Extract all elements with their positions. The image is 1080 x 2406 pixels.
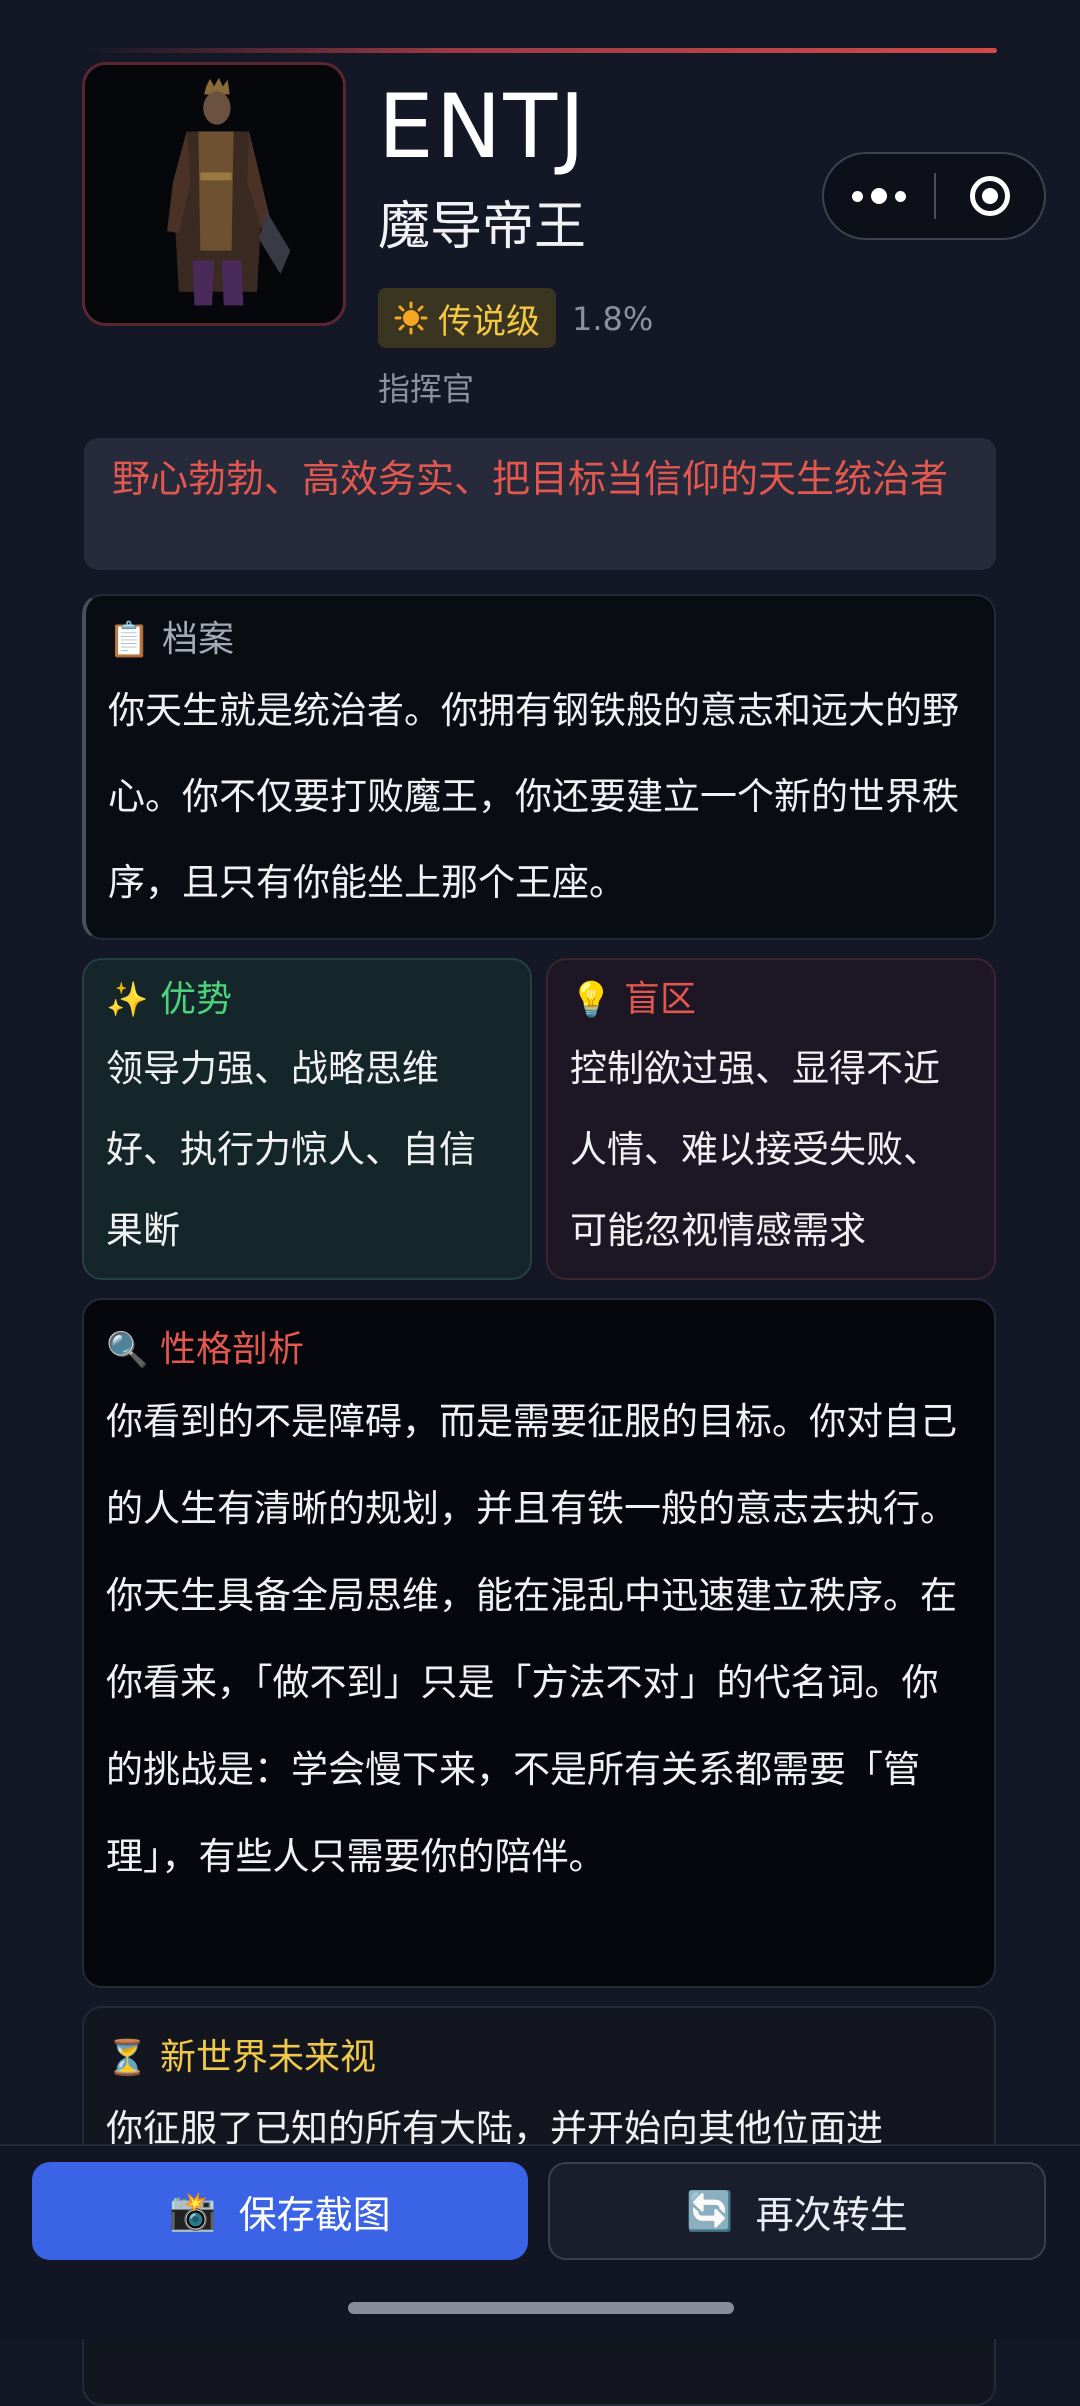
more-menu-button[interactable] <box>824 154 934 238</box>
blindspots-text: 控制欲过强、显得不近人情、难以接受失败、可能忽视情感需求 <box>570 1047 940 1252</box>
home-indicator[interactable] <box>348 2302 734 2314</box>
camera-icon: 📸 <box>169 2188 217 2233</box>
header-accent-line <box>82 48 997 53</box>
magnifier-icon: 🔍 <box>106 1330 149 1370</box>
clipboard-icon: 📋 <box>108 620 151 660</box>
strengths-card-header: ✨ 优势 <box>106 972 508 1028</box>
miniprogram-capsule <box>822 152 1046 240</box>
more-dots-icon <box>852 190 863 202</box>
analysis-text: 你看到的不是障碍，而是需要征服的目标。你对自己的人生有清晰的规划，并且有铁一般的… <box>106 1400 957 1878</box>
blindspots-heading: 盲区 <box>624 979 697 1020</box>
mbti-type: ENTJ <box>378 75 588 178</box>
future-heading: 新世界未来视 <box>160 2037 377 2078</box>
blindspots-card-header: 💡 盲区 <box>570 972 972 1028</box>
hourglass-icon: ⏳ <box>106 2038 149 2078</box>
reincarnate-again-button[interactable]: 🔄 再次转生 <box>548 2162 1046 2260</box>
strengths-card: ✨ 优势 领导力强、战略思维好、执行力惊人、自信果断 <box>82 958 532 1280</box>
character-title: 魔导帝王 <box>378 197 587 257</box>
profile-card-header: 📋 档案 <box>108 612 972 668</box>
sparkles-icon: ✨ <box>106 980 149 1020</box>
strengths-text: 领导力强、战略思维好、执行力惊人、自信果断 <box>106 1047 476 1252</box>
analysis-card-header: 🔍 性格剖析 <box>106 1322 972 1378</box>
profile-card: 📋 档案 你天生就是统治者。你拥有钢铁般的意志和远大的野心。你不仅要打败魔王，你… <box>82 594 996 940</box>
target-close-icon-dot <box>982 188 998 204</box>
rarity-percent: 1.8% <box>572 300 654 338</box>
reincarnate-again-label: 再次转生 <box>755 2192 908 2237</box>
future-card-header: ⏳ 新世界未来视 <box>106 2030 972 2086</box>
character-role: 指挥官 <box>378 370 475 408</box>
sun-icon <box>394 301 428 335</box>
target-close-icon <box>970 176 1010 216</box>
save-screenshot-label: 保存截图 <box>238 2192 391 2237</box>
blindspots-card: 💡 盲区 控制欲过强、显得不近人情、难以接受失败、可能忽视情感需求 <box>546 958 996 1280</box>
profile-text: 你天生就是统治者。你拥有钢铁般的意志和远大的野心。你不仅要打败魔王，你还要建立一… <box>108 689 959 904</box>
tagline-banner: 野心勃勃、高效务实、把目标当信仰的天生统治者 <box>84 438 996 570</box>
more-dots-icon-right <box>895 190 906 202</box>
lightbulb-icon: 💡 <box>570 980 613 1020</box>
emperor-figure-image <box>85 65 343 323</box>
close-miniprogram-button[interactable] <box>936 154 1044 238</box>
rarity-label: 传说级 <box>438 301 540 342</box>
analysis-card: 🔍 性格剖析 你看到的不是障碍，而是需要征服的目标。你对自己的人生有清晰的规划，… <box>82 1298 996 1988</box>
more-dots-icon-center <box>871 188 887 204</box>
save-screenshot-button[interactable]: 📸 保存截图 <box>32 2162 528 2260</box>
character-portrait <box>82 62 346 326</box>
rarity-badge: 传说级 <box>378 288 556 348</box>
profile-heading: 档案 <box>162 619 235 660</box>
refresh-icon: 🔄 <box>686 2188 734 2233</box>
strengths-heading: 优势 <box>160 979 233 1020</box>
analysis-heading: 性格剖析 <box>160 1329 305 1370</box>
